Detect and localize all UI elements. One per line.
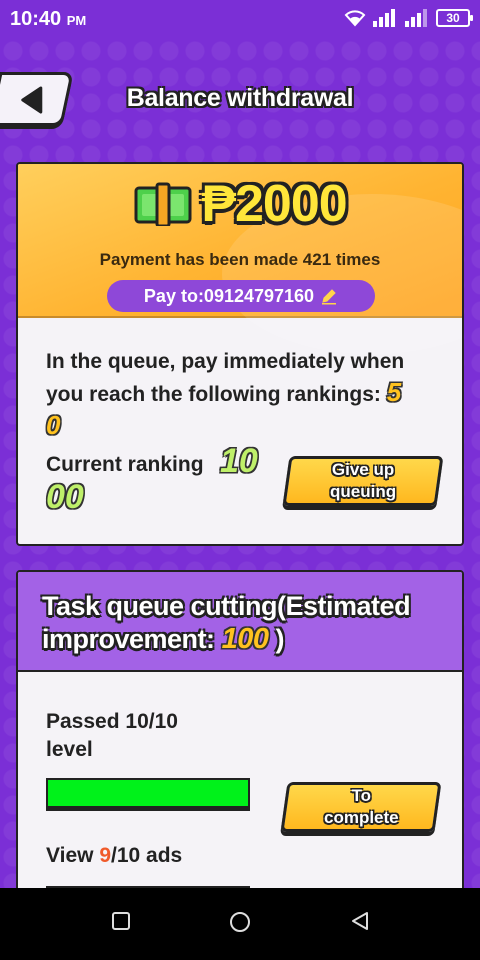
page-title: Balance withdrawal [126,84,354,112]
status-bar: 10:40 PM 30 [0,0,480,38]
task-item-levels-label: Passed 10/10 level [46,708,246,764]
current-rank-2: 00 [46,478,84,516]
status-time: 10:40 PM [10,8,86,31]
payment-header: ₱2000 Payment has been made 421 times Pa… [18,164,462,354]
current-ranking-label: Current ranking [46,453,204,476]
task-card: Task queue cutting(Estimated improvement… [16,570,464,900]
signal-icon-2 [405,9,427,27]
to-complete-label: To complete [324,785,399,829]
queue-text: In the queue, pay immediately when you r… [46,350,405,406]
pay-to-text: Pay to:09124797160 [143,285,315,306]
time-text: 10:40 [10,8,62,30]
money-icon [134,182,192,226]
system-nav-bar [0,888,480,960]
amount-row: ₱2000 [18,174,462,234]
give-up-line2: queuing [329,482,397,501]
task-improvement-value: 100 [221,623,269,655]
ampm-text: PM [66,13,87,28]
target-rank-1: 5 [386,377,402,407]
levels-progress-fill [48,780,248,806]
battery-icon: 30 [436,9,473,27]
task1-line1: Passed 10/10 [46,710,178,733]
current-ranking: Current ranking 10 00 [46,444,276,514]
amount-value: ₱2000 [201,175,347,233]
nav-back-icon[interactable] [349,910,371,932]
battery-level: 30 [446,11,460,25]
task-header: Task queue cutting(Estimated improvement… [18,572,462,672]
payment-count: Payment has been made 421 times [99,250,381,269]
current-rank-1: 10 [220,442,258,480]
give-up-label: Give up queuing [330,459,396,503]
task-item-ads-label: View 9/10 ads [46,844,182,868]
queue-description: In the queue, pay immediately when you r… [46,346,446,443]
complete-line2: complete [323,808,399,827]
task-title-close: ) [275,624,284,654]
ads-highlight-count: 9 [99,844,111,867]
give-up-queuing-button[interactable]: Give up queuing [282,456,444,506]
ads-suffix: /10 ads [111,844,183,867]
wifi-icon [344,10,366,27]
task1-line2: level [46,738,93,761]
payment-card: ₱2000 Payment has been made 421 times Pa… [16,162,464,546]
pay-to-button[interactable]: Pay to:09124797160 [107,280,375,312]
nav-home-icon[interactable] [228,910,252,934]
complete-line1: To [351,786,371,805]
edit-pencil-icon [322,289,337,305]
to-complete-button[interactable]: To complete [280,782,442,832]
give-up-line1: Give up [331,460,395,479]
target-rank-2: 0 [46,410,61,440]
task-title: Task queue cutting(Estimated improvement… [42,590,452,656]
ads-prefix: View [46,844,100,867]
levels-progress-bar [46,778,250,808]
status-icons: 30 [344,9,473,27]
signal-icon [373,9,395,27]
nav-recent-icon[interactable] [110,910,132,932]
